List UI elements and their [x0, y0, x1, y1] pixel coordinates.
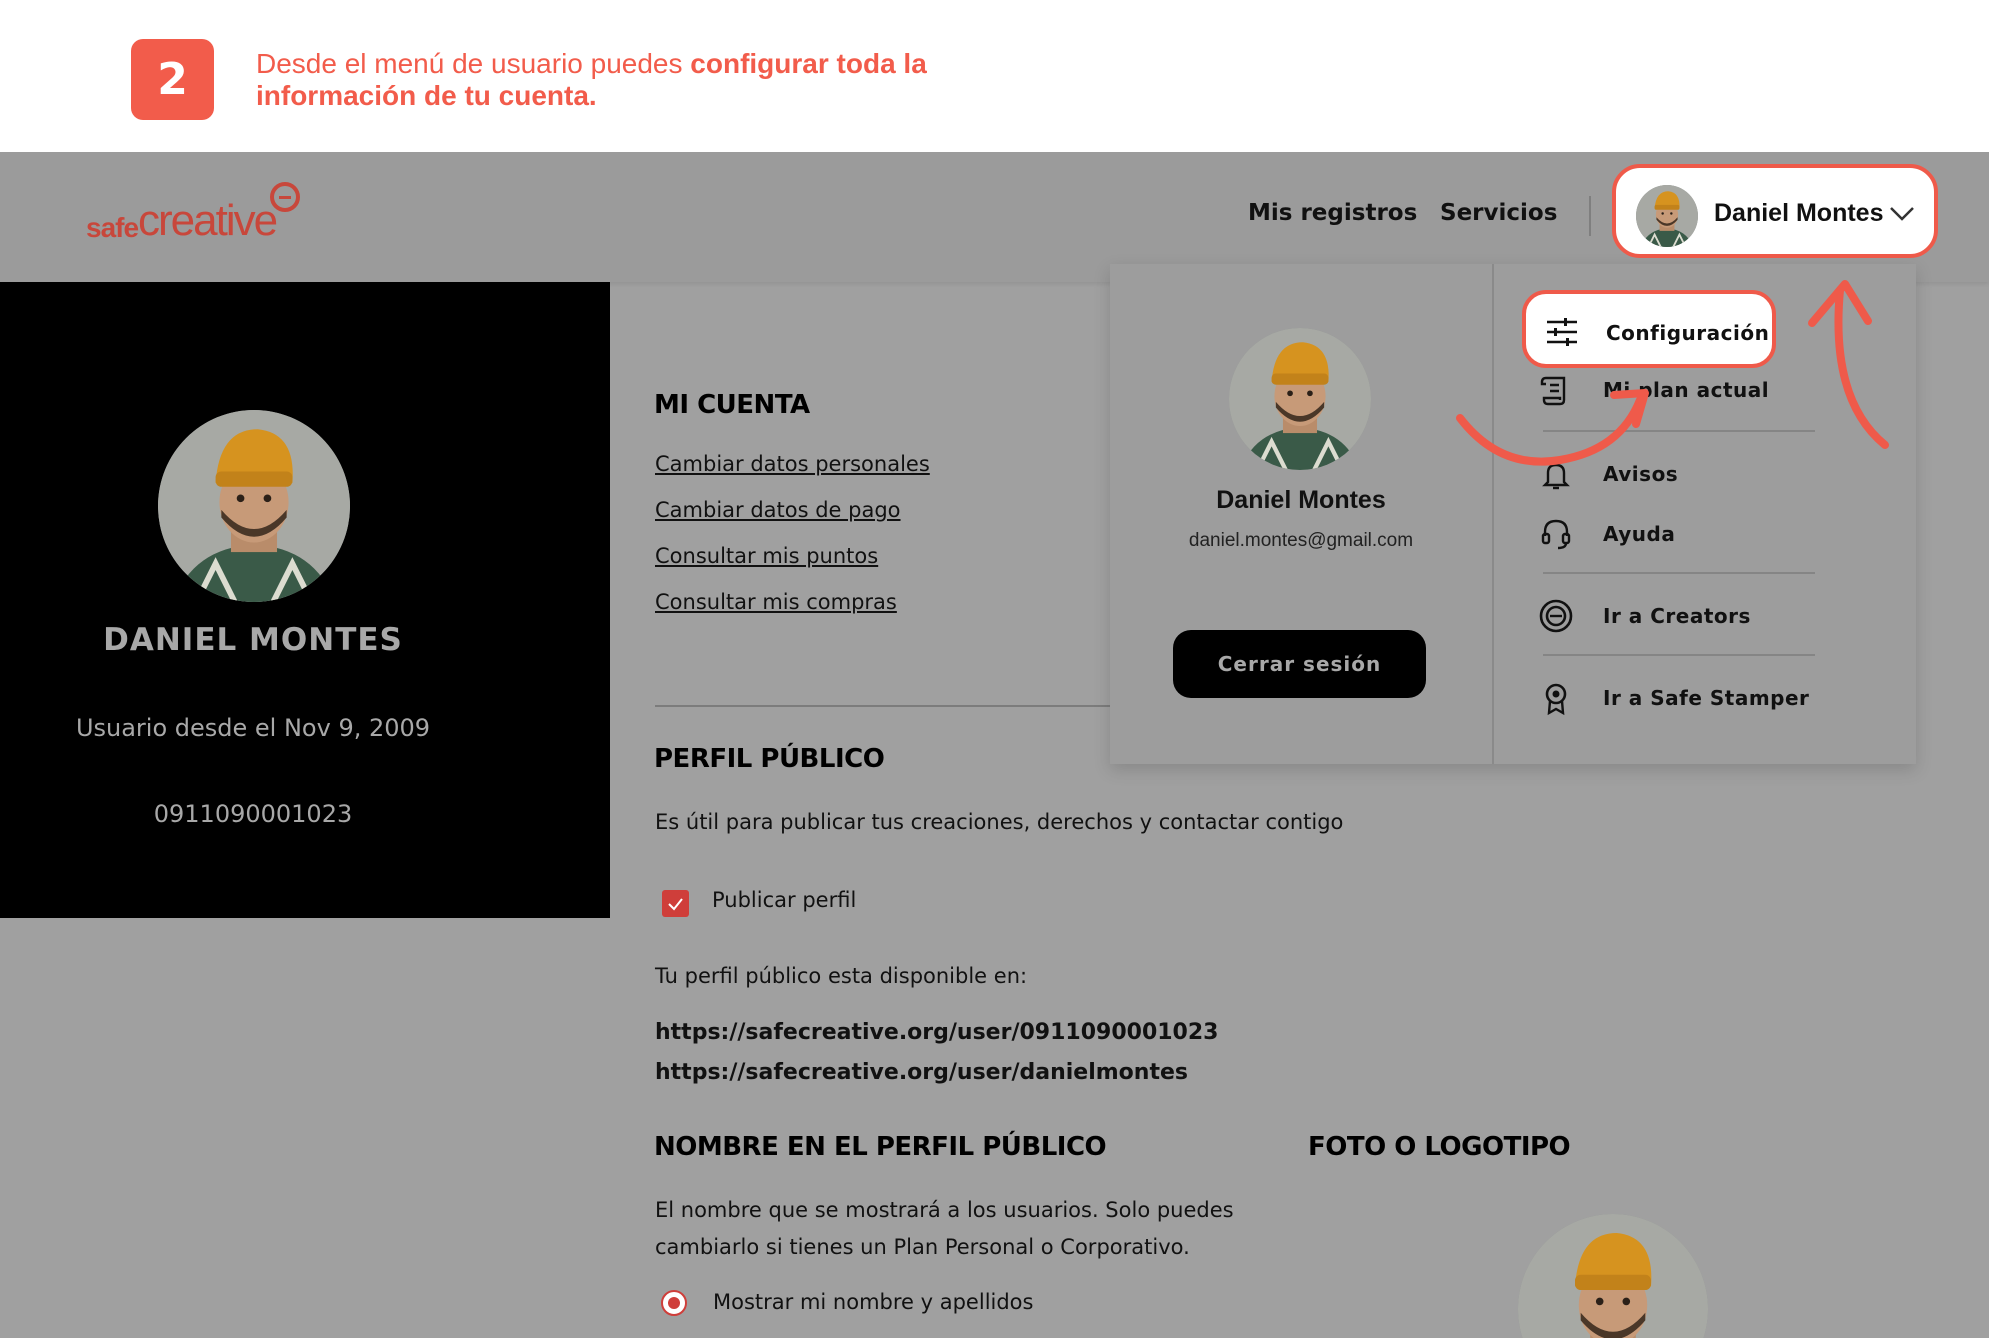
- menu-item-label: Ayuda: [1603, 522, 1676, 546]
- profile-avatar: [158, 410, 350, 602]
- logo-mark-icon: [270, 182, 300, 212]
- link-cambiar-datos-pago[interactable]: Cambiar datos de pago: [655, 498, 901, 522]
- instruction-banner: 2 Desde el menú de usuario puedes config…: [0, 0, 1989, 152]
- menu-item-label: Ir a Safe Stamper: [1603, 686, 1810, 710]
- instruction-text: Desde el menú de usuario puedes configur…: [256, 48, 1016, 112]
- logo-small-text: safe: [86, 212, 139, 243]
- user-id: 0911090001023: [153, 800, 353, 828]
- menu-item-label: Avisos: [1603, 462, 1679, 486]
- logout-button[interactable]: Cerrar sesión: [1173, 630, 1426, 698]
- logo-large-text: creative: [138, 196, 278, 245]
- section-title-mi-cuenta: MI CUENTA: [654, 390, 810, 420]
- menu-separator: [1543, 572, 1815, 574]
- menu-item-label: Ir a Creators: [1603, 604, 1751, 628]
- profile-name: DANIEL MONTES: [103, 622, 403, 658]
- menu-separator: [1543, 654, 1815, 656]
- headset-icon: [1541, 519, 1571, 550]
- menu-item-label: Mi plan actual: [1603, 378, 1770, 402]
- chevron-down-icon: [1890, 207, 1914, 221]
- section-divider: [655, 705, 1110, 707]
- show-full-name-radio[interactable]: [661, 1290, 687, 1316]
- user-avatar: [1636, 185, 1698, 247]
- scroll-icon: [1540, 376, 1566, 406]
- public-profile-url-name[interactable]: https://safecreative.org/user/danielmont…: [655, 1060, 1188, 1085]
- menu-item-label: Configuración: [1606, 321, 1770, 345]
- public-profile-available-text: Tu perfil público esta disponible en:: [655, 964, 1028, 988]
- menu-separator: [1543, 430, 1815, 432]
- badge-icon: [1545, 683, 1567, 716]
- public-profile-description: Es útil para publicar tus creaciones, de…: [655, 810, 1344, 834]
- section-title-perfil-publico: PERFIL PÚBLICO: [654, 744, 885, 774]
- user-dropdown-menu: Daniel Montes daniel.montes@gmail.com Ce…: [1110, 264, 1916, 764]
- sliders-icon: [1547, 318, 1577, 346]
- link-consultar-puntos[interactable]: Consultar mis puntos: [655, 544, 878, 568]
- section-title-nombre-perfil: NOMBRE EN EL PERFIL PÚBLICO: [654, 1132, 1107, 1162]
- nav-divider: [1589, 196, 1591, 236]
- public-profile-url-id[interactable]: https://safecreative.org/user/0911090001…: [655, 1020, 1218, 1045]
- bell-icon: [1542, 463, 1570, 490]
- link-consultar-compras[interactable]: Consultar mis compras: [655, 590, 897, 614]
- dropdown-avatar: [1229, 328, 1371, 470]
- creators-icon: [1539, 599, 1573, 633]
- dropdown-user-name: Daniel Montes: [1216, 486, 1386, 514]
- dropdown-divider: [1492, 264, 1494, 764]
- profile-photo[interactable]: [1518, 1214, 1708, 1338]
- nav-mis-registros[interactable]: Mis registros: [1248, 200, 1417, 226]
- menu-item-configuracion[interactable]: Configuración: [1522, 290, 1776, 368]
- publish-profile-checkbox[interactable]: [662, 890, 689, 917]
- safecreative-logo[interactable]: safe creative: [86, 182, 316, 252]
- publish-profile-label: Publicar perfil: [712, 888, 857, 912]
- show-full-name-label: Mostrar mi nombre y apellidos: [713, 1290, 1034, 1314]
- app-window: safe creative Mis registros Servicios Da…: [0, 152, 1989, 1338]
- profile-sidebar: DANIEL MONTES Usuario desde el Nov 9, 20…: [0, 282, 610, 918]
- user-menu-name: Daniel Montes: [1714, 199, 1884, 227]
- dropdown-user-email: daniel.montes@gmail.com: [1188, 530, 1414, 551]
- section-title-foto-logotipo: FOTO O LOGOTIPO: [1308, 1132, 1571, 1162]
- member-since: Usuario desde el Nov 9, 2009: [75, 714, 431, 742]
- nav-servicios[interactable]: Servicios: [1440, 200, 1557, 226]
- public-name-description-1: El nombre que se mostrará a los usuarios…: [655, 1198, 1234, 1222]
- instruction-text-normal: Desde el menú de usuario puedes: [256, 48, 691, 79]
- public-name-description-2: cambiarlo si tienes un Plan Personal o C…: [655, 1235, 1190, 1259]
- user-menu-button[interactable]: Daniel Montes: [1612, 164, 1938, 258]
- top-navbar: safe creative Mis registros Servicios Da…: [0, 152, 1989, 282]
- step-number-badge: 2: [131, 39, 214, 120]
- link-cambiar-datos-personales[interactable]: Cambiar datos personales: [655, 452, 930, 476]
